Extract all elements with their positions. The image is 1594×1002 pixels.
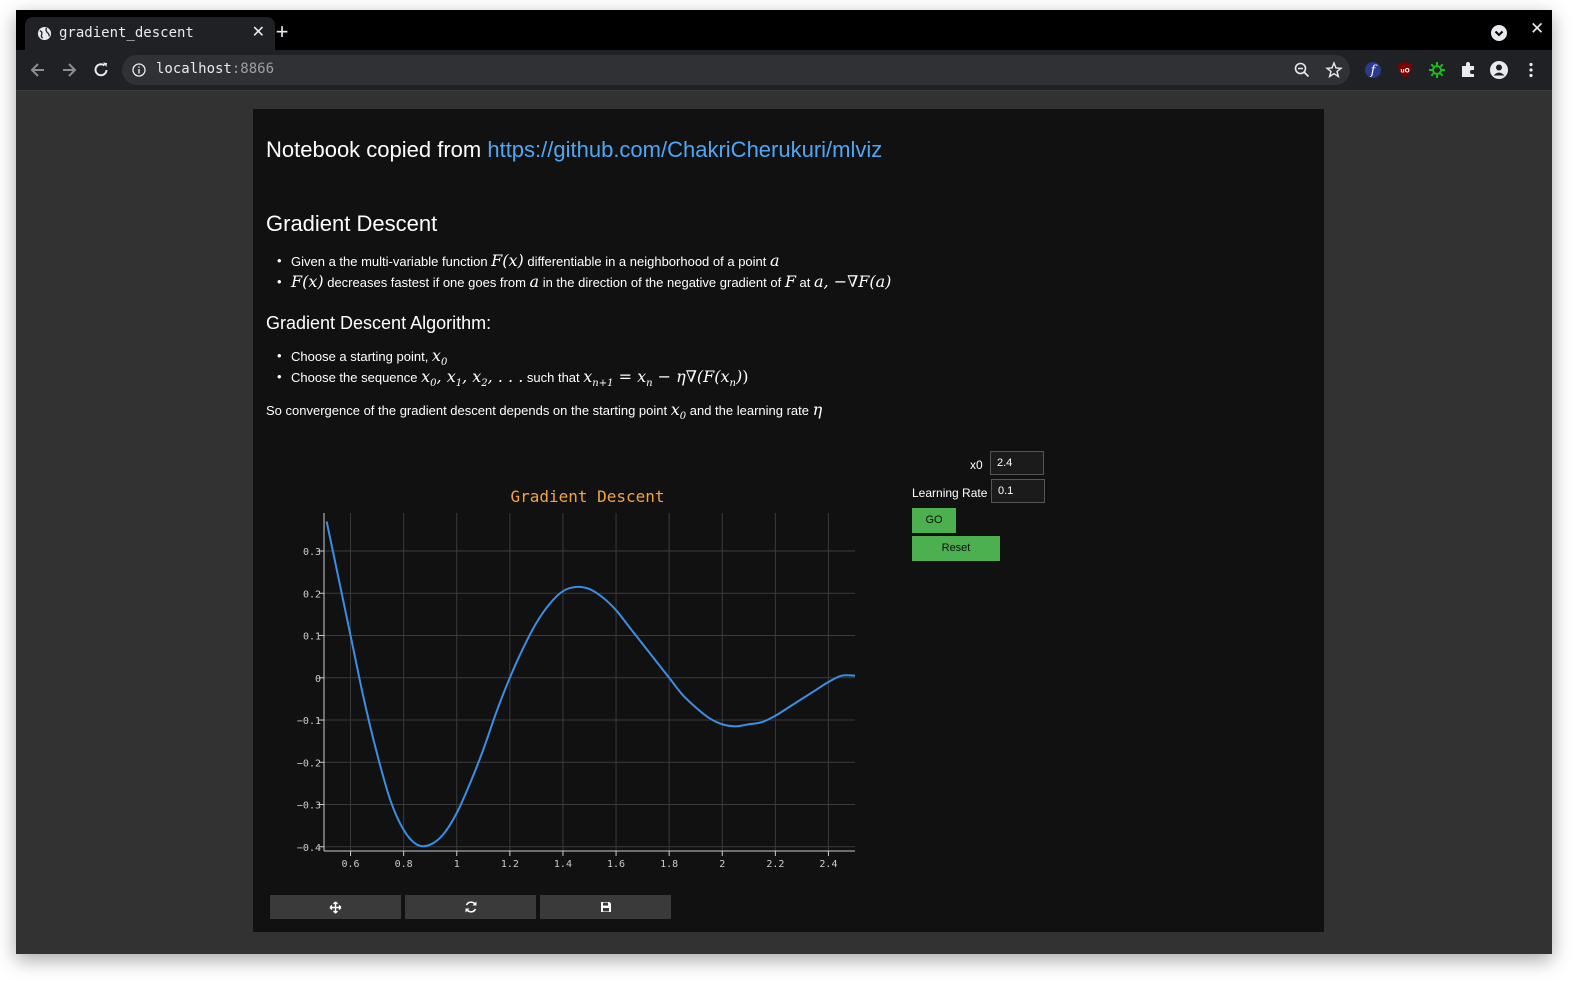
x-tick-label: 1.8 [660,859,678,869]
x-tick-label: 0.6 [342,859,360,869]
github-link[interactable]: https://github.com/ChakriCherukuri/mlviz [487,137,882,162]
list-item: F(x) decreases fastest if one goes from … [277,271,891,292]
y-tick-label: 0.1 [303,632,321,643]
chart-title: Gradient Descent [510,487,664,506]
svg-text:uO: uO [1400,68,1409,75]
browser-toolbar: localhost:8866 f uO [16,50,1552,91]
kebab-menu-icon[interactable] [1521,60,1541,80]
new-tab-button[interactable]: + [272,21,292,43]
reload-icon[interactable] [91,60,111,80]
algorithm-heading: Gradient Descent Algorithm: [266,313,492,333]
green-gear-extension-icon[interactable] [1427,60,1447,80]
f-extension-icon[interactable]: f [1363,60,1383,80]
y-tick-label: 0 [315,674,321,685]
notebook-page: Notebook copied from https://github.com/… [253,109,1324,932]
close-icon[interactable]: ✕ [252,24,265,42]
bookmark-star-icon[interactable] [1325,61,1343,79]
tab-search-icon[interactable] [1491,25,1507,41]
browser-window: gradient_descent ✕ + ✕ localhost:8866 f … [16,10,1552,954]
save-figure-button[interactable] [540,895,671,919]
x0-input[interactable] [990,451,1044,475]
globe-icon [37,26,52,41]
x-tick-label: 2 [719,859,725,869]
y-tick-label: 0.2 [303,589,321,600]
y-tick-label: 0.3 [303,547,321,558]
reset-view-button[interactable] [405,895,536,919]
learning-rate-label: Learning Rate [912,486,988,500]
definition-list: Given a the multi-variable function F(x)… [277,250,891,292]
x0-label: x0 [970,458,983,472]
tab-gradient-descent[interactable]: gradient_descent ✕ [25,17,275,50]
address-bar[interactable]: localhost:8866 [122,55,1350,85]
learning-rate-input[interactable] [991,479,1045,503]
zoom-out-icon[interactable] [1293,61,1311,79]
go-button[interactable]: GO [912,508,956,533]
move-arrows-icon [329,901,342,913]
tab-title: gradient_descent [59,25,194,41]
controls-panel: x0 Learning Rate GO Reset [908,451,1108,571]
notebook-source-heading: Notebook copied from https://github.com/… [266,137,883,162]
puzzle-extensions-icon[interactable] [1458,60,1478,80]
page-viewport: Notebook copied from https://github.com/… [16,91,1552,954]
back-arrow-icon[interactable] [28,60,48,80]
list-item: Given a the multi-variable function F(x)… [277,250,891,271]
algorithm-steps-list: Choose a starting point, x0 Choose the s… [277,345,748,389]
gradient-descent-heading: Gradient Descent [266,211,438,236]
tab-bar: gradient_descent ✕ + ✕ [16,10,1552,50]
profile-avatar-icon[interactable] [1489,60,1509,80]
y-tick-label: −0.1 [297,716,321,727]
x-tick-label: 1.6 [607,859,625,869]
convergence-paragraph: So convergence of the gradient descent d… [266,400,823,423]
forward-arrow-icon[interactable] [59,60,79,80]
pan-zoom-button[interactable] [270,895,401,919]
list-item: Choose the sequence x0, x1, x2, . . . su… [277,366,748,389]
floppy-save-icon [600,902,611,912]
x-tick-label: 2.2 [766,859,784,869]
y-tick-label: −0.3 [297,801,321,812]
window-close-icon[interactable]: ✕ [1530,19,1544,39]
x-tick-label: 0.8 [395,859,413,869]
x-tick-label: 1.2 [501,859,519,869]
url-text: localhost:8866 [156,61,275,77]
x-tick-label: 1 [454,859,460,869]
info-icon[interactable] [132,63,146,77]
y-tick-label: −0.2 [297,758,321,769]
gradient-descent-chart[interactable]: Gradient Descent 0.6 0.8 1 1.2 1.4 1.6 1.8 2 2.2 2… [267,449,867,869]
x-tick-label: 1.4 [554,859,572,869]
ublock-shield-icon[interactable]: uO [1395,60,1415,80]
y-tick-label: −0.4 [297,843,321,854]
reset-button[interactable]: Reset [912,536,1000,561]
refresh-icon [465,901,476,913]
list-item: Choose a starting point, x0 [277,345,748,368]
x-tick-label: 2.4 [819,859,837,869]
